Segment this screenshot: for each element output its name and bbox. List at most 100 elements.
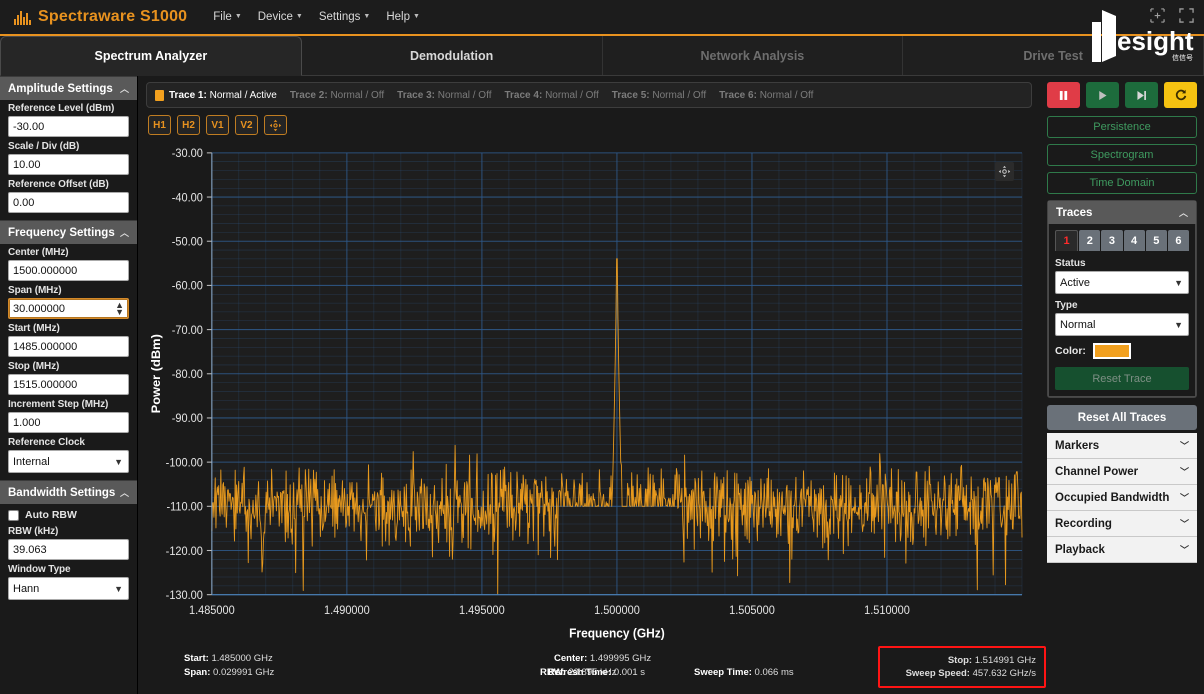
stop-frequency-input[interactable] bbox=[8, 374, 129, 395]
section-amplitude-settings[interactable]: Amplitude Settings ︿ bbox=[0, 76, 137, 100]
fullscreen-icon[interactable] bbox=[1179, 8, 1194, 23]
menu-settings[interactable]: Settings ▼ bbox=[313, 8, 377, 26]
trace-chip-4[interactable]: Trace 4: Normal / Off bbox=[504, 90, 598, 101]
title-bar: Spectraware S1000 File ▼ Device ▼ Settings… bbox=[0, 0, 1204, 36]
channel-power-section[interactable]: Channel Power ﹀ bbox=[1047, 459, 1197, 485]
svg-text:1.485000: 1.485000 bbox=[189, 605, 235, 617]
trace-status-select[interactable]: Active bbox=[1055, 271, 1189, 294]
step-forward-button[interactable] bbox=[1125, 82, 1158, 108]
trace-chip-6[interactable]: Trace 6: Normal / Off bbox=[719, 90, 813, 101]
svg-text:-130.00: -130.00 bbox=[166, 590, 203, 602]
status-sweep-speed: Sweep Speed: 457.632 GHz/s bbox=[888, 668, 1036, 679]
svg-text:-50.00: -50.00 bbox=[172, 236, 203, 248]
pan-move-icon bbox=[269, 119, 282, 131]
svg-text:1.505000: 1.505000 bbox=[729, 605, 775, 617]
section-bandwidth-settings[interactable]: Bandwidth Settings ︿ bbox=[0, 480, 137, 504]
status-refresh-time-label: Refresh Time: bbox=[548, 667, 612, 678]
tab-network-analysis[interactable]: Network Analysis bbox=[603, 36, 904, 75]
traces-panel-header[interactable]: Traces ︿ bbox=[1048, 201, 1196, 224]
trace-chip-1[interactable]: Trace 1: Normal / Active bbox=[155, 89, 277, 101]
spectrogram-button[interactable]: Spectrogram bbox=[1047, 144, 1197, 166]
chevron-down-icon: ﹀ bbox=[1179, 467, 1189, 477]
trace-tab-4[interactable]: 4 bbox=[1123, 230, 1145, 251]
reset-trace-button[interactable]: Reset Trace bbox=[1055, 367, 1189, 390]
spectrum-chart[interactable]: -30.00 -40.00 -50.00 -60.00 -70.00 -80.00 -90.… bbox=[138, 140, 1040, 644]
trace-color-swatch-button[interactable] bbox=[1092, 343, 1131, 359]
center-frequency-label: Center (MHz) bbox=[8, 247, 69, 258]
playback-section[interactable]: Playback ﹀ bbox=[1047, 537, 1197, 563]
marker-h1-button[interactable]: H1 bbox=[148, 115, 171, 135]
scale-per-div-label: Scale / Div (dB) bbox=[8, 141, 80, 152]
trace-3-state: Normal / Off bbox=[437, 89, 492, 101]
trace-4-label: Trace 4: bbox=[504, 89, 543, 101]
chevron-up-icon: ︿ bbox=[119, 84, 129, 94]
trace-chip-3[interactable]: Trace 3: Normal / Off bbox=[397, 90, 491, 101]
start-frequency-input[interactable] bbox=[8, 336, 129, 357]
trace-tab-2[interactable]: 2 bbox=[1079, 230, 1101, 251]
tab-drive-test[interactable]: Drive Test bbox=[903, 36, 1204, 75]
scale-per-div-input[interactable] bbox=[8, 154, 129, 175]
svg-text:Frequency (GHz): Frequency (GHz) bbox=[569, 626, 665, 640]
tab-spectrum-analyzer[interactable]: Spectrum Analyzer bbox=[0, 36, 302, 76]
pan-move-button[interactable] bbox=[264, 115, 287, 135]
trace-type-select[interactable]: Normal bbox=[1055, 313, 1189, 336]
marker-v2-button[interactable]: V2 bbox=[235, 115, 258, 135]
svg-text:Power (dBm): Power (dBm) bbox=[149, 334, 162, 413]
marker-v1-button[interactable]: V1 bbox=[206, 115, 229, 135]
svg-text:-120.00: -120.00 bbox=[166, 545, 203, 557]
window-type-label: Window Type bbox=[8, 564, 71, 575]
status-span-label: Span: bbox=[184, 667, 211, 678]
trace-color-label: Color: bbox=[1055, 345, 1086, 357]
tab-demodulation[interactable]: Demodulation bbox=[302, 36, 603, 75]
menu-device[interactable]: Device ▼ bbox=[252, 8, 309, 26]
trace-chip-5[interactable]: Trace 5: Normal / Off bbox=[612, 90, 706, 101]
reference-clock-select[interactable]: Internal bbox=[8, 450, 129, 473]
settings-sidebar: Amplitude Settings ︿ Reference Level (dB… bbox=[0, 76, 138, 694]
play-button[interactable] bbox=[1086, 82, 1119, 108]
menu-settings-label: Settings bbox=[318, 11, 361, 23]
trace-chip-2[interactable]: Trace 2: Normal / Off bbox=[290, 90, 384, 101]
marker-h2-button[interactable]: H2 bbox=[177, 115, 200, 135]
occupied-bandwidth-section[interactable]: Occupied Bandwidth ﹀ bbox=[1047, 485, 1197, 511]
span-input[interactable] bbox=[8, 298, 129, 319]
menu-file[interactable]: File ▼ bbox=[207, 8, 247, 26]
trace-tab-1[interactable]: 1 bbox=[1055, 230, 1079, 251]
center-frequency-input[interactable] bbox=[8, 260, 129, 281]
chevron-up-icon: ︿ bbox=[119, 488, 129, 498]
span-label: Span (MHz) bbox=[8, 285, 62, 296]
window-type-select[interactable]: Hann bbox=[8, 577, 129, 600]
trace-2-label: Trace 2: bbox=[289, 89, 328, 101]
snapshot-icon[interactable] bbox=[1150, 8, 1165, 23]
markers-section-label: Markers bbox=[1055, 439, 1100, 452]
spinner-arrows-icon[interactable]: ▲ ▼ bbox=[115, 300, 124, 316]
status-stop: Stop: 1.514991 GHz bbox=[888, 655, 1036, 666]
auto-rbw-row[interactable]: Auto RBW bbox=[0, 504, 137, 523]
trace-tab-5[interactable]: 5 bbox=[1145, 230, 1167, 251]
chevron-down-icon: ▼ bbox=[413, 13, 420, 21]
recording-section[interactable]: Recording ﹀ bbox=[1047, 511, 1197, 537]
status-start-value: 1.485000 GHz bbox=[211, 653, 273, 664]
markers-section[interactable]: Markers ﹀ bbox=[1047, 433, 1197, 459]
reference-level-input[interactable] bbox=[8, 116, 129, 137]
status-start-label: Start: bbox=[184, 653, 209, 664]
status-refresh-time: Refresh Time: 0.001 s bbox=[548, 667, 645, 678]
reset-button[interactable] bbox=[1164, 82, 1197, 108]
pause-button[interactable] bbox=[1047, 82, 1080, 108]
status-center-value: 1.499995 GHz bbox=[589, 653, 652, 664]
rbw-input[interactable] bbox=[8, 539, 129, 560]
auto-rbw-checkbox[interactable] bbox=[8, 509, 19, 521]
reference-offset-input[interactable] bbox=[8, 192, 129, 213]
section-frequency-settings[interactable]: Frequency Settings ︿ bbox=[0, 220, 137, 244]
persistence-button[interactable]: Persistence bbox=[1047, 116, 1197, 138]
chevron-down-icon: ﹀ bbox=[1179, 441, 1189, 451]
trace-tab-3[interactable]: 3 bbox=[1101, 230, 1123, 251]
chart-pan-zoom-button[interactable] bbox=[995, 162, 1014, 181]
time-domain-button[interactable]: Time Domain bbox=[1047, 172, 1197, 194]
section-bandwidth-settings-label: Bandwidth Settings bbox=[8, 486, 116, 499]
increment-step-input[interactable] bbox=[8, 412, 129, 433]
field-start-frequency: Start (MHz) bbox=[0, 320, 137, 358]
reset-all-traces-button[interactable]: Reset All Traces bbox=[1047, 405, 1197, 430]
trace-tab-6[interactable]: 6 bbox=[1167, 230, 1190, 251]
equalizer-bars-icon bbox=[14, 9, 31, 25]
menu-help[interactable]: Help ▼ bbox=[380, 8, 426, 26]
